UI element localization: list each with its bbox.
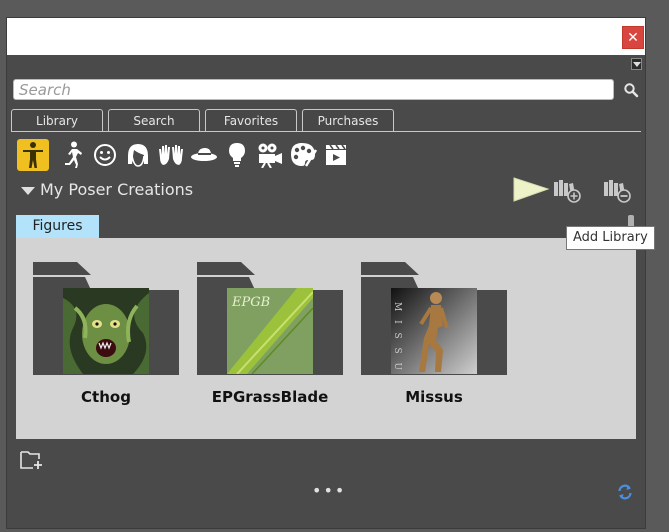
item-label: Cthog: [81, 388, 131, 406]
remove-library-button[interactable]: [602, 178, 632, 204]
scenes-icon[interactable]: [320, 139, 352, 171]
poses-icon[interactable]: [56, 139, 88, 171]
tab-purchases[interactable]: Purchases: [302, 109, 394, 132]
hair-icon[interactable]: [122, 139, 154, 171]
library-window: ✕ Library Search Favorites Purchases: [7, 18, 645, 528]
close-button[interactable]: ✕: [622, 26, 644, 49]
tab-library[interactable]: Library: [11, 109, 103, 132]
thumb-caption: EPGB: [231, 295, 270, 310]
items-grid: Cthog EPGB EPGrassBlade M I S S U S Miss…: [16, 238, 636, 439]
search-input[interactable]: [13, 79, 614, 100]
category-chip-figures[interactable]: Figures: [16, 215, 99, 238]
pointer-arrow-icon: [513, 177, 550, 202]
thumb-caption: M I S S U S: [392, 302, 402, 374]
add-library-button[interactable]: [552, 178, 582, 204]
panel-menu-button[interactable]: [631, 58, 642, 70]
tab-favorites[interactable]: Favorites: [205, 109, 297, 132]
title-bar[interactable]: ✕: [7, 18, 645, 55]
refresh-icon[interactable]: [617, 484, 633, 500]
item-label: Missus: [405, 388, 463, 406]
expressions-icon[interactable]: [89, 139, 121, 171]
tooltip-add-library: Add Library: [566, 226, 655, 250]
collapse-triangle-icon[interactable]: [21, 187, 35, 195]
tab-divider: [11, 131, 641, 132]
lights-icon[interactable]: [221, 139, 253, 171]
item-thumbnail: M I S S U S: [391, 288, 477, 374]
more-options-button[interactable]: •••: [312, 483, 344, 499]
item-thumbnail: EPGB: [227, 288, 313, 374]
library-item-cthog[interactable]: Cthog: [33, 262, 183, 412]
new-folder-button[interactable]: [20, 450, 44, 470]
materials-icon[interactable]: [287, 139, 319, 171]
item-label: EPGrassBlade: [211, 388, 329, 406]
cameras-icon[interactable]: [254, 139, 286, 171]
props-icon[interactable]: [188, 139, 220, 171]
item-thumbnail: [63, 288, 149, 374]
hands-icon[interactable]: [155, 139, 187, 171]
close-icon: ✕: [627, 30, 639, 46]
library-item-epgrassblade[interactable]: EPGB EPGrassBlade: [197, 262, 347, 412]
search-icon[interactable]: [623, 82, 639, 98]
figures-icon[interactable]: [17, 139, 49, 171]
library-item-missus[interactable]: M I S S U S Missus: [361, 262, 511, 412]
tab-search[interactable]: Search: [108, 109, 200, 132]
section-title: My Poser Creations: [40, 180, 194, 199]
